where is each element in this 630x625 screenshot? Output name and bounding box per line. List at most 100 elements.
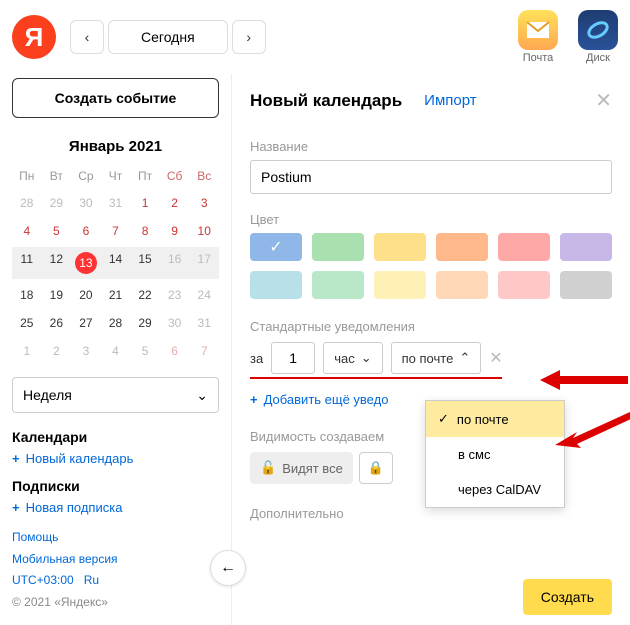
calendar-day[interactable]: 3 (71, 339, 101, 363)
weekday-header: Пт (130, 165, 160, 187)
calendar-day[interactable]: 10 (189, 219, 219, 243)
timezone-link[interactable]: UTC+03:00 (12, 573, 74, 587)
lang-link[interactable]: Ru (84, 573, 99, 587)
calendar-day[interactable]: 21 (101, 283, 131, 307)
color-swatch[interactable]: ✓ (250, 233, 302, 261)
calendar-day[interactable]: 5 (130, 339, 160, 363)
calendar-day[interactable]: 9 (160, 219, 190, 243)
notif-za: за (250, 351, 263, 366)
today-button[interactable]: Сегодня (108, 20, 228, 54)
color-swatch[interactable] (250, 271, 302, 299)
notif-unit-select[interactable]: час ⌄ (323, 342, 382, 374)
close-icon[interactable]: ✕ (595, 88, 612, 113)
copyright: © 2021 «Яндекс» (12, 592, 219, 614)
yandex-logo[interactable]: Я (12, 15, 56, 59)
calendar-day[interactable]: 29 (130, 311, 160, 335)
calendar-day[interactable]: 12 (42, 247, 72, 279)
new-calendar-link[interactable]: + Новый календарь (12, 451, 219, 466)
calendar-day[interactable]: 23 (160, 283, 190, 307)
import-tab[interactable]: Импорт (424, 92, 476, 109)
weekday-header: Ср (71, 165, 101, 187)
color-swatch[interactable] (498, 271, 550, 299)
calendar-day[interactable]: 28 (12, 191, 42, 215)
calendar-day[interactable]: 2 (160, 191, 190, 215)
calendar-day[interactable]: 3 (189, 191, 219, 215)
calendar-day[interactable]: 17 (189, 247, 219, 279)
chevron-up-icon: ⌃ (459, 350, 470, 366)
calendar-day[interactable]: 6 (71, 219, 101, 243)
color-swatch[interactable] (312, 233, 364, 261)
color-swatch[interactable] (374, 233, 426, 261)
calendar-day[interactable]: 4 (12, 219, 42, 243)
calendar-day[interactable]: 24 (189, 283, 219, 307)
mobile-link[interactable]: Мобильная версия (12, 549, 219, 571)
view-select[interactable]: Неделя ⌄ (12, 377, 219, 413)
create-event-button[interactable]: Создать событие (12, 78, 219, 118)
calendar-day[interactable]: 7 (189, 339, 219, 363)
calendar-day[interactable]: 15 (130, 247, 160, 279)
notif-method-dropdown[interactable]: ✓ по почте в смс через CalDAV (425, 400, 565, 508)
calendar-day[interactable]: 1 (130, 191, 160, 215)
calendar-day[interactable]: 30 (71, 191, 101, 215)
calendar-day[interactable]: 8 (130, 219, 160, 243)
name-input[interactable] (250, 160, 612, 194)
calendar-day[interactable]: 6 (160, 339, 190, 363)
help-link[interactable]: Помощь (12, 527, 219, 549)
calendar-day[interactable]: 19 (42, 283, 72, 307)
plus-icon: + (250, 392, 258, 407)
mail-app[interactable]: Почта (518, 10, 558, 64)
calendar-day[interactable]: 30 (160, 311, 190, 335)
color-swatch[interactable] (560, 271, 612, 299)
disk-app[interactable]: Диск (578, 10, 618, 64)
calendar-day[interactable]: 7 (101, 219, 131, 243)
color-swatch[interactable] (312, 271, 364, 299)
color-swatch[interactable] (560, 233, 612, 261)
calendar-day[interactable]: 11 (12, 247, 42, 279)
color-swatch[interactable] (498, 233, 550, 261)
calendar-day[interactable]: 4 (101, 339, 131, 363)
visibility-all-button[interactable]: 🔓 Видят все (250, 452, 353, 484)
calendar-day[interactable]: 13 (71, 247, 101, 279)
new-subscription-link[interactable]: + Новая подписка (12, 500, 219, 515)
calendar-day[interactable]: 28 (101, 311, 131, 335)
view-select-label: Неделя (23, 387, 72, 403)
back-fab[interactable]: ← (210, 550, 246, 586)
visibility-private-button[interactable]: 🔒 (359, 452, 393, 484)
notif-value-input[interactable] (271, 342, 315, 374)
plus-icon: + (12, 500, 20, 515)
dropdown-option-email[interactable]: ✓ по почте (426, 401, 564, 437)
disk-label: Диск (586, 52, 610, 64)
next-button[interactable]: › (232, 20, 266, 54)
dropdown-option-caldav[interactable]: через CalDAV (426, 472, 564, 507)
calendar-day[interactable]: 31 (101, 191, 131, 215)
check-icon: ✓ (269, 237, 282, 257)
mail-icon (518, 10, 558, 50)
lock-icon: 🔒 (368, 460, 384, 476)
calendar-day[interactable]: 1 (12, 339, 42, 363)
color-swatch[interactable] (436, 233, 488, 261)
calendar-day[interactable]: 29 (42, 191, 72, 215)
calendar-day[interactable]: 5 (42, 219, 72, 243)
create-button[interactable]: Создать (523, 579, 612, 615)
calendar-day[interactable]: 22 (130, 283, 160, 307)
calendar-day[interactable]: 31 (189, 311, 219, 335)
subscriptions-heading: Подписки (12, 478, 219, 494)
notif-method-select[interactable]: по почте ⌃ (391, 342, 482, 374)
calendar-day[interactable]: 2 (42, 339, 72, 363)
weekday-header: Вт (42, 165, 72, 187)
calendar-day[interactable]: 16 (160, 247, 190, 279)
calendar-day[interactable]: 25 (12, 311, 42, 335)
mini-calendar[interactable]: ПнВтСрЧтПтСбВс28293031123456789101112131… (12, 165, 219, 363)
extra-label: Дополнительно (250, 506, 612, 521)
color-swatch[interactable] (436, 271, 488, 299)
calendar-day[interactable]: 18 (12, 283, 42, 307)
prev-button[interactable]: ‹ (70, 20, 104, 54)
delete-notif-icon[interactable]: ✕ (489, 348, 502, 368)
calendar-day[interactable]: 14 (101, 247, 131, 279)
calendar-day[interactable]: 26 (42, 311, 72, 335)
dropdown-option-sms[interactable]: в смс (426, 437, 564, 472)
chevron-down-icon: ⌄ (196, 387, 208, 404)
calendar-day[interactable]: 20 (71, 283, 101, 307)
calendar-day[interactable]: 27 (71, 311, 101, 335)
color-swatch[interactable] (374, 271, 426, 299)
